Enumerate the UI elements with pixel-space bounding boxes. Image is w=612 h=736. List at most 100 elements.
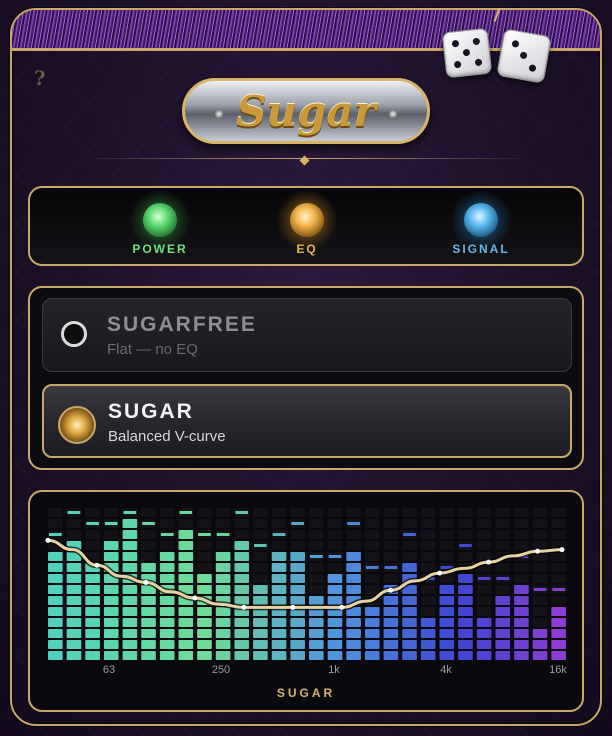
spectrum-cell: [532, 530, 548, 539]
spectrum-cell: [476, 651, 492, 660]
spectrum-cell: [309, 629, 324, 638]
preset-description: Balanced V-curve: [108, 428, 226, 445]
eq-indicator: EQ: [247, 190, 367, 256]
preset-sugar[interactable]: SUGAR Balanced V-curve: [42, 384, 572, 458]
spectrum-cell: [327, 629, 343, 638]
spectrum-cell: [290, 552, 305, 561]
spectrum-cell: [122, 640, 138, 649]
spectrum-cell: [122, 530, 138, 539]
spectrum-cell: [66, 607, 82, 616]
spectrum-cell: [327, 585, 343, 594]
spectrum-cell: [346, 640, 361, 649]
spectrum-cell: [197, 541, 212, 550]
spectrum-cell: [383, 519, 399, 528]
randomize-dice-icon[interactable]: [441, 27, 493, 79]
preset-sugarfree[interactable]: SUGARFREE Flat — no EQ: [42, 298, 572, 372]
spectrum-peak: [179, 511, 193, 514]
spectrum-cell: [476, 596, 492, 605]
spectrum-cell: [402, 508, 417, 517]
spectrum-cell: [309, 651, 324, 660]
spectrum-cell: [383, 541, 399, 550]
spectrum-cell: [420, 629, 436, 638]
spectrum-cell: [215, 508, 231, 517]
spectrum-cell: [48, 618, 63, 627]
spectrum-cell: [271, 563, 287, 572]
spectrum-cell: [532, 574, 548, 583]
spectrum-cell: [85, 618, 100, 627]
spectrum-cell: [85, 508, 100, 517]
spectrum-cell: [103, 629, 119, 638]
spectrum-cell: [271, 585, 287, 594]
spectrum-cell: [159, 596, 175, 605]
spectrum-cell: [48, 629, 63, 638]
spectrum-cell: [197, 640, 212, 649]
help-icon[interactable]: ?: [34, 66, 46, 90]
spectrum-cell: [103, 508, 119, 517]
spectrum-cell: [197, 508, 212, 517]
spectrum-cell: [197, 552, 212, 561]
preset-name: SUGAR: [108, 400, 194, 423]
spectrum-cell: [197, 629, 212, 638]
spectrum-cell: [346, 563, 361, 572]
spectrum-cell: [346, 629, 361, 638]
eq-curve-node: [388, 587, 394, 593]
spectrum-cell: [402, 563, 417, 572]
spectrum-cell: [551, 607, 566, 616]
spectrum-cell: [159, 651, 175, 660]
spectrum-cell: [66, 651, 82, 660]
spectrum-cell: [253, 519, 268, 528]
power-light-icon: [143, 203, 177, 237]
spectrum-cell: [178, 651, 194, 660]
spectrum-cell: [234, 530, 250, 539]
spectrum-cell: [66, 629, 82, 638]
spectrum-peak: [123, 511, 137, 514]
spectrum-cell: [420, 596, 436, 605]
spectrum-cell: [141, 530, 156, 539]
spectrum-peak: [347, 522, 360, 525]
title-plate: Sugar: [182, 78, 430, 144]
spectrum-cell: [271, 508, 287, 517]
spectrum-cell: [439, 596, 455, 605]
spectrum-cell: [476, 640, 492, 649]
spectrum-cell: [551, 519, 566, 528]
spectrum-cell: [234, 552, 250, 561]
radio-selected-icon[interactable]: [58, 406, 96, 444]
dice-icon[interactable]: [496, 28, 552, 84]
spectrum-cell: [551, 596, 566, 605]
eq-curve-node: [290, 604, 296, 610]
spectrum-cell: [141, 607, 156, 616]
spectrum-cell: [178, 629, 194, 638]
spectrum-cell: [178, 519, 194, 528]
spectrum-cell: [215, 541, 231, 550]
spectrum-cell: [402, 629, 417, 638]
spectrum-cell: [85, 651, 100, 660]
spectrum-cell: [514, 563, 529, 572]
radio-unselected-icon[interactable]: [61, 321, 87, 347]
spectrum-cell: [271, 519, 287, 528]
spectrum-cell: [234, 563, 250, 572]
spectrum-peak: [291, 522, 304, 525]
power-label: POWER: [132, 242, 188, 256]
spectrum-cell: [253, 640, 268, 649]
spectrum-cell: [159, 618, 175, 627]
spectrum-cell: [85, 574, 100, 583]
spectrum-cell: [309, 596, 324, 605]
spectrum-cell: [383, 596, 399, 605]
spectrum-cell: [495, 596, 511, 605]
spectrum-cell: [346, 530, 361, 539]
spectrum-cell: [383, 530, 399, 539]
spectrum-cell: [532, 651, 548, 660]
spectrum-cell: [215, 651, 231, 660]
eq-curve-node: [241, 604, 247, 610]
spectrum-cell: [420, 563, 436, 572]
spectrum-cell: [402, 552, 417, 561]
spectrum-cell: [290, 596, 305, 605]
spectrum-cell: [420, 552, 436, 561]
spectrum-cell: [122, 541, 138, 550]
spectrum-cell: [551, 640, 566, 649]
spectrum-cell: [141, 618, 156, 627]
signal-label: SIGNAL: [452, 242, 510, 256]
spectrum-cell: [439, 640, 455, 649]
preset-name: SUGARFREE: [107, 313, 257, 336]
spectrum-cell: [48, 563, 63, 572]
